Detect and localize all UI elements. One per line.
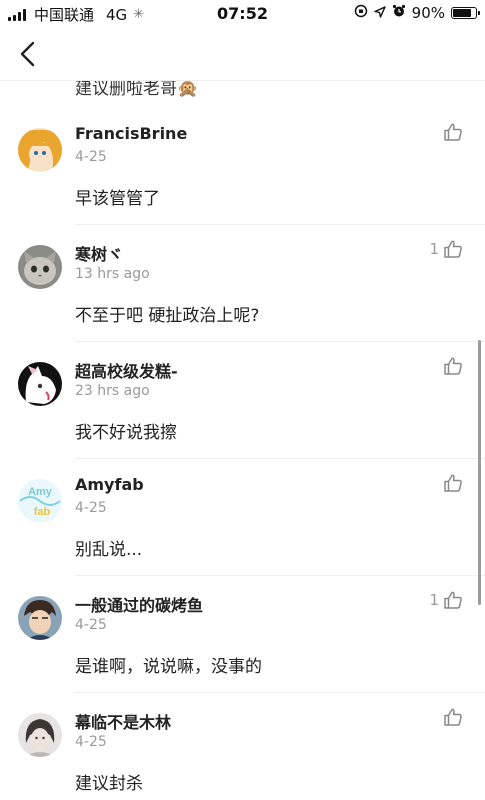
comment-time: 4-25 <box>75 617 107 633</box>
scrollbar[interactable] <box>478 340 481 605</box>
chevron-left-icon <box>20 41 35 67</box>
like-count: 1 <box>429 240 439 258</box>
like-button[interactable]: 1 <box>429 239 463 259</box>
comment-text: 早该管管了 <box>75 189 160 209</box>
thumbs-up-icon <box>444 123 462 141</box>
comment-time: 4-25 <box>75 149 107 165</box>
like-button[interactable] <box>439 356 463 376</box>
comment-item: 寒树ヾ 13 hrs ago 不至于吧 硬扯政治上呢? 1 <box>0 225 485 342</box>
comment-text: 不至于吧 硬扯政治上呢? <box>75 306 260 326</box>
thumbs-up-icon <box>444 240 462 258</box>
comment-author[interactable]: 超高校级发糕- <box>75 358 178 382</box>
comment-time: 13 hrs ago <box>75 266 150 282</box>
avatar[interactable] <box>18 596 62 640</box>
comment-item: 一般通过的碳烤鱼 4-25 是谁啊，说说嘛，没事的 1 <box>0 576 485 693</box>
comment-time: 4-25 <box>75 734 107 750</box>
like-count: 1 <box>429 591 439 609</box>
thumbs-up-icon <box>444 357 462 375</box>
avatar-text: fab <box>34 506 51 518</box>
comment-text: 是谁啊，说说嘛，没事的 <box>75 657 262 677</box>
comment-text: 我不好说我擦 <box>75 423 177 443</box>
nav-bar <box>0 28 485 81</box>
status-right: 90% <box>354 4 480 22</box>
avatar[interactable] <box>18 713 62 757</box>
location-icon <box>373 4 386 22</box>
like-button[interactable] <box>439 122 463 142</box>
thumbs-up-icon <box>444 474 462 492</box>
thumbs-up-icon <box>444 708 462 726</box>
like-button[interactable] <box>439 473 463 493</box>
comment-item: 超高校级发糕- 23 hrs ago 我不好说我擦 <box>0 342 485 459</box>
comment-item: 幕临不是木林 4-25 建议封杀 <box>0 693 485 800</box>
orientation-lock-icon <box>354 4 368 22</box>
comment-author[interactable]: 幕临不是木林 <box>75 709 171 733</box>
comment-time: 4-25 <box>75 500 107 516</box>
avatar[interactable]: Amy fab <box>18 479 62 523</box>
avatar[interactable] <box>18 128 62 172</box>
comment-text: 建议封杀 <box>75 774 143 794</box>
alarm-icon <box>392 4 406 22</box>
comment-item: Amy fab Amyfab 4-25 别乱说... <box>0 459 485 576</box>
status-bar: 中国联通 4G ✳ 07:52 90% <box>0 0 485 28</box>
avatar-text: Amy <box>28 486 53 498</box>
back-button[interactable] <box>14 40 42 68</box>
comment-author[interactable]: Amyfab <box>75 475 144 494</box>
avatar[interactable] <box>18 245 62 289</box>
comment-item: FrancisBrine 4-25 早该管管了 <box>0 108 485 225</box>
comment-text: 别乱说... <box>75 540 143 560</box>
comment-author[interactable]: FrancisBrine <box>75 124 187 143</box>
comment-list[interactable]: 建议删啦老哥🙊 FrancisBrine 4-25 早该管管了 寒树ヾ 13 h… <box>0 80 485 800</box>
partial-comment-text: 建议删啦老哥🙊 <box>75 80 199 99</box>
thumbs-up-icon <box>444 591 462 609</box>
battery-percent: 90% <box>411 4 445 22</box>
comment-time: 23 hrs ago <box>75 383 150 399</box>
like-button[interactable] <box>439 707 463 727</box>
battery-icon <box>451 7 480 19</box>
comment-author[interactable]: 寒树ヾ <box>75 241 123 265</box>
comment-author[interactable]: 一般通过的碳烤鱼 <box>75 592 203 616</box>
avatar[interactable] <box>18 362 62 406</box>
like-button[interactable]: 1 <box>429 590 463 610</box>
